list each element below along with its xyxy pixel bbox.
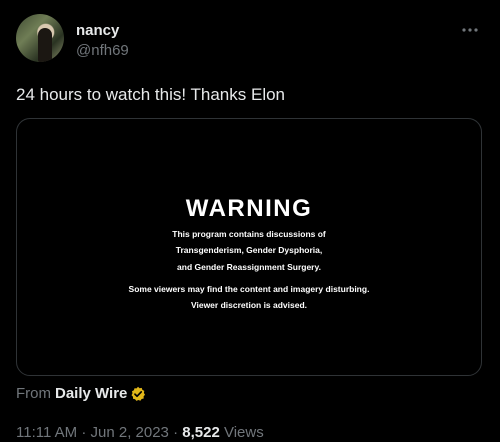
warning-line-1: This program contains discussions of (172, 229, 326, 239)
warning-line-4: Some viewers may find the content and im… (128, 284, 370, 294)
views-label: Views (223, 424, 264, 441)
avatar[interactable] (16, 14, 64, 62)
more-options-button[interactable] (460, 20, 480, 40)
tweet-date-link[interactable]: Jun 2, 2023 (91, 424, 169, 441)
source-attribution: From Daily Wire (16, 385, 146, 403)
tweet-time-link[interactable]: 11:11 AM (16, 424, 77, 441)
meta-separator: · (77, 424, 91, 441)
more-horizontal-icon (462, 28, 478, 32)
warning-line-2: Transgenderism, Gender Dysphoria, (175, 245, 323, 255)
warning-line-5: Viewer discretion is advised. (190, 300, 308, 310)
tweet-text: 24 hours to watch this! Thanks Elon (16, 85, 286, 104)
video-media[interactable]: WARNING This program contains discussion… (16, 118, 482, 376)
author-display-name[interactable]: nancy (76, 22, 119, 40)
verified-badge-icon (131, 386, 146, 401)
from-label: From (16, 385, 51, 402)
warning-title: WARNING (185, 195, 313, 222)
avatar-figure (38, 28, 52, 62)
source-name-link[interactable]: Daily Wire (55, 385, 127, 403)
meta-separator-2: · (168, 424, 183, 441)
author-handle[interactable]: @nfh69 (76, 42, 129, 60)
tweet-meta: 11:11 AM · Jun 2, 2023 · 8,522 Views (16, 424, 264, 442)
views-count: 8,522 (182, 424, 220, 441)
warning-line-3: and Gender Reassignment Surgery. (177, 262, 321, 272)
